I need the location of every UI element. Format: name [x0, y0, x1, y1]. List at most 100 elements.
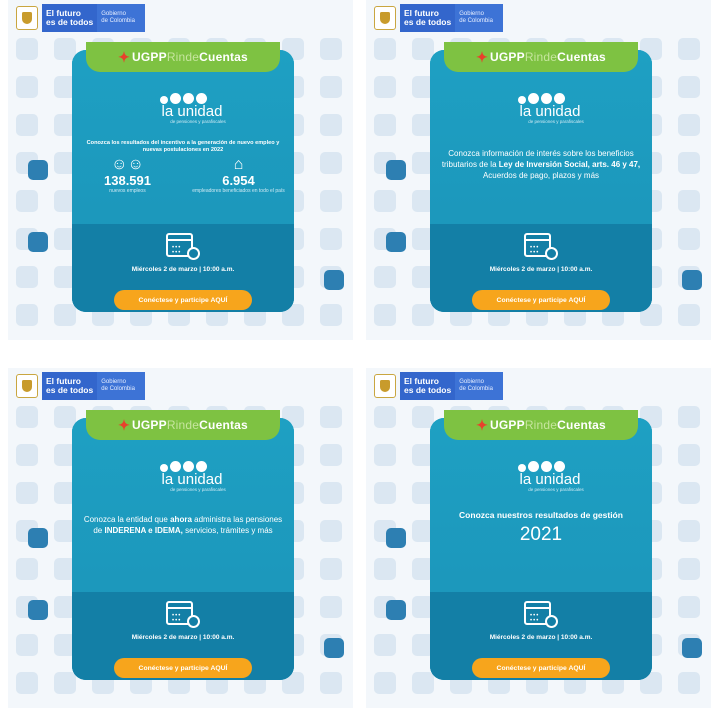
pattern-icon — [374, 482, 396, 504]
la-unidad-logo: la unidad de pensiones y parafiscales — [72, 90, 294, 130]
brand-banner: ✦ UGPP Rinde Cuentas — [444, 42, 638, 72]
pattern-icon — [678, 444, 700, 466]
gov-header: El futuro es de todos Gobierno de Colomb… — [374, 372, 512, 400]
gov-slogan: El futuro es de todos — [400, 372, 456, 400]
decorative-icon — [324, 638, 344, 658]
pattern-icon — [320, 304, 342, 326]
calendar-clock-icon: ••• ••• — [524, 598, 558, 628]
pattern-icon — [678, 596, 700, 618]
post-message: Conozca la entidad que ahora administra … — [83, 515, 283, 535]
gov-slogan: El futuro es de todos — [42, 372, 98, 400]
post-tile-2[interactable]: El futuro es de todos Gobierno de Colomb… — [366, 0, 711, 340]
decorative-icon — [386, 160, 406, 180]
pattern-icon — [320, 152, 342, 174]
post-grid: El futuro es de todos Gobierno de Colomb… — [0, 0, 715, 708]
pattern-icon — [678, 38, 700, 60]
pattern-icon — [678, 406, 700, 428]
pattern-icon — [374, 76, 396, 98]
colombia-shield-icon — [374, 6, 396, 30]
pattern-icon — [16, 406, 38, 428]
flame-icon: ✦ — [118, 48, 130, 65]
pattern-icon — [16, 114, 38, 136]
decorative-icon — [28, 600, 48, 620]
post-tile-4[interactable]: El futuro es de todos Gobierno de Colomb… — [366, 368, 711, 708]
pattern-icon — [678, 76, 700, 98]
brand-suffix: Cuentas — [199, 50, 248, 64]
flame-icon: ✦ — [118, 416, 130, 433]
pattern-icon — [320, 482, 342, 504]
la-unidad-logo: la unidad de pensiones y parafiscales — [430, 90, 652, 130]
pattern-icon — [374, 38, 396, 60]
brand-prefix: UGPP — [132, 50, 167, 64]
pattern-icon — [320, 596, 342, 618]
pattern-icon — [374, 304, 396, 326]
pattern-icon — [678, 672, 700, 694]
post-message: Conozca información de interés sobre los… — [441, 149, 641, 180]
post-message: Conozca los resultados del incentivo a l… — [86, 140, 280, 153]
post-message: Conozca nuestros resultados de gestión 2… — [440, 510, 642, 545]
pattern-icon — [16, 76, 38, 98]
calendar-clock-icon: ••• ••• — [166, 598, 200, 628]
pattern-icon — [678, 152, 700, 174]
gov-name: Gobierno de Colombia — [97, 4, 146, 32]
post-card: ✦ UGPP Rinde Cuentas la unidad de pensio… — [72, 410, 294, 680]
pattern-icon — [320, 76, 342, 98]
pattern-icon — [374, 266, 396, 288]
brand-banner: ✦ UGPP Rinde Cuentas — [444, 410, 638, 440]
gov-slogan: El futuro es de todos — [42, 4, 98, 32]
decorative-icon — [324, 270, 344, 290]
pattern-icon — [16, 482, 38, 504]
decorative-icon — [28, 232, 48, 252]
pattern-icon — [16, 558, 38, 580]
pattern-icon — [16, 38, 38, 60]
gov-header: El futuro es de todos Gobierno de Colomb… — [16, 4, 154, 32]
people-icon: ☺☺ — [111, 156, 144, 173]
pattern-icon — [374, 558, 396, 580]
pattern-icon — [678, 558, 700, 580]
decorative-icon — [386, 528, 406, 548]
post-card: ✦ UGPP Rinde Cuentas la unidad de pensio… — [430, 42, 652, 312]
join-button[interactable]: Conéctese y participe AQUÍ — [114, 658, 252, 678]
pattern-icon — [320, 558, 342, 580]
pattern-icon — [16, 444, 38, 466]
join-button[interactable]: Conéctese y participe AQUÍ — [472, 290, 610, 310]
pattern-icon — [678, 304, 700, 326]
pattern-icon — [678, 520, 700, 542]
join-button[interactable]: Conéctese y participe AQUÍ — [114, 290, 252, 310]
gov-name: Gobierno de Colombia — [455, 372, 504, 400]
post-tile-1[interactable]: El futuro es de todos Gobierno de Colomb… — [8, 0, 353, 340]
brand-banner: ✦ UGPP Rinde Cuentas — [86, 42, 280, 72]
gov-name: Gobierno de Colombia — [97, 372, 146, 400]
pattern-icon — [320, 38, 342, 60]
stat-employers: ⌂ 6.954 empleadores beneficiados en todo… — [189, 156, 289, 194]
join-button[interactable]: Conéctese y participe AQUÍ — [472, 658, 610, 678]
pattern-icon — [16, 304, 38, 326]
pattern-icon — [320, 444, 342, 466]
stats-row: ☺☺ 138.591 nuevos empleos ⌂ 6.954 emplea… — [72, 156, 294, 194]
pattern-icon — [374, 114, 396, 136]
pattern-icon — [320, 406, 342, 428]
post-card: ✦ UGPP Rinde Cuentas la unidad de pensio… — [430, 410, 652, 680]
calendar-clock-icon: ••• ••• — [166, 230, 200, 260]
pattern-icon — [320, 672, 342, 694]
la-unidad-logo: la unidad de pensiones y parafiscales — [430, 458, 652, 498]
brand-middle: Rinde — [166, 50, 200, 64]
post-card: ✦ UGPP Rinde Cuentas la unidad de pensio… — [72, 42, 294, 312]
decorative-icon — [682, 638, 702, 658]
decorative-icon — [386, 232, 406, 252]
post-tile-3[interactable]: El futuro es de todos Gobierno de Colomb… — [8, 368, 353, 708]
pattern-icon — [374, 406, 396, 428]
decorative-icon — [28, 528, 48, 548]
event-date: Miércoles 2 de marzo | 10:00 a.m. — [131, 266, 235, 273]
pattern-icon — [374, 672, 396, 694]
colombia-shield-icon — [16, 374, 38, 398]
gov-name: Gobierno de Colombia — [455, 4, 504, 32]
gov-header: El futuro es de todos Gobierno de Colomb… — [374, 4, 512, 32]
pattern-icon — [320, 228, 342, 250]
decorative-icon — [682, 270, 702, 290]
pattern-icon — [16, 634, 38, 656]
brand-banner: ✦ UGPP Rinde Cuentas — [86, 410, 280, 440]
pattern-icon — [16, 266, 38, 288]
pattern-icon — [678, 190, 700, 212]
pattern-icon — [374, 190, 396, 212]
